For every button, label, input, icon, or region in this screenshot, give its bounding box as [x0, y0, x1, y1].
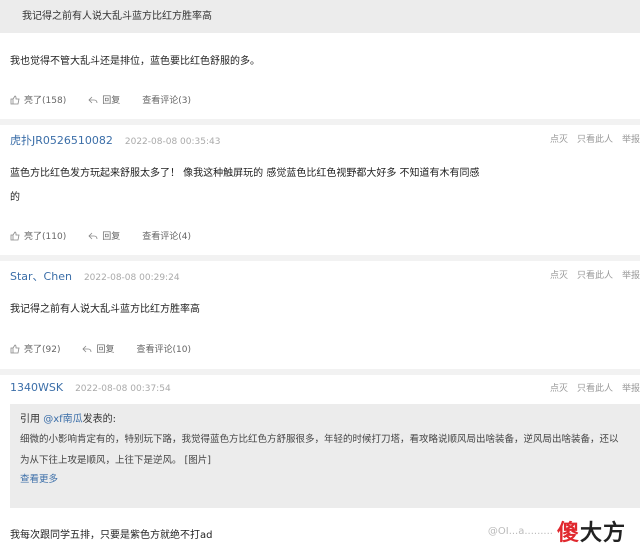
post-body: 我也觉得不管大乱斗还是排位，蓝色要比红色舒服的多。 — [10, 56, 260, 67]
dislike-button[interactable]: 点灭 — [550, 381, 568, 394]
only-this-user-button[interactable]: 只看此人 — [577, 268, 613, 281]
dislike-button[interactable]: 点灭 — [550, 132, 568, 145]
post-divider — [0, 119, 640, 125]
report-button[interactable]: 举报 — [622, 268, 640, 281]
post-actions: 亮了(110) 回复 查看评论(4) — [10, 229, 213, 242]
thumbs-up-icon — [10, 231, 20, 240]
view-more-link[interactable]: 查看更多 — [20, 471, 630, 485]
dislike-button[interactable]: 点灭 — [550, 268, 568, 281]
quote-suffix: 发表的: — [82, 414, 117, 425]
top-quote-text: 我记得之前有人说大乱斗蓝方比红方胜率高 — [22, 11, 212, 22]
like-button[interactable]: 亮了(92) — [10, 342, 60, 355]
report-button[interactable]: 举报 — [622, 132, 640, 145]
reply-label: 回复 — [102, 232, 121, 242]
post-time: 2022-08-08 00:37:54 — [75, 384, 171, 394]
reply-icon — [88, 232, 98, 239]
post-header: 1340WSK 2022-08-08 00:37:54 点灭 只看此人 举报 — [10, 381, 640, 394]
view-comments-label: 查看评论(10) — [136, 345, 191, 355]
only-this-user-button[interactable]: 只看此人 — [577, 381, 613, 394]
view-comments-label: 查看评论(3) — [142, 96, 191, 106]
watermark: @OI...a......... 傻大方 — [488, 515, 626, 547]
post-time: 2022-08-08 00:35:43 — [124, 137, 221, 147]
quote-text: 细微的小影响肯定有的，特别玩下路，我觉得蓝色方比红色方舒服很多，年轻的时候打刀塔… — [20, 434, 619, 466]
reply-icon — [82, 345, 92, 352]
watermark-logo-black: 大方 — [579, 521, 626, 546]
reply-label: 回复 — [96, 345, 115, 355]
reply-button[interactable]: 回复 — [88, 229, 120, 242]
thumbs-up-icon — [10, 344, 20, 353]
only-this-user-button[interactable]: 只看此人 — [577, 132, 613, 145]
post-header: 虎扑JR0526510082 2022-08-08 00:35:43 点灭 只看… — [10, 132, 640, 148]
post-body-continuation: 的 — [10, 192, 20, 203]
thumbs-up-icon — [10, 95, 20, 104]
username-link[interactable]: 虎扑JR0526510082 — [10, 132, 113, 148]
watermark-logo-red: 傻 — [556, 521, 580, 546]
view-comments-button[interactable]: 查看评论(10) — [137, 342, 191, 355]
like-button[interactable]: 亮了(110) — [10, 229, 66, 242]
reply-label: 回复 — [102, 96, 121, 106]
post-actions: 亮了(92) 回复 查看评论(10) — [10, 342, 213, 355]
quote-prefix: 引用 — [20, 414, 44, 425]
post-header: Star、Chen 2022-08-08 00:29:24 点灭 只看此人 举报 — [10, 268, 640, 284]
like-button[interactable]: 亮了(158) — [10, 93, 66, 106]
like-count: 亮了(92) — [24, 345, 61, 355]
like-count: 亮了(110) — [24, 232, 67, 242]
username-link[interactable]: Star、Chen — [10, 268, 72, 284]
top-quote-box: 我记得之前有人说大乱斗蓝方比红方胜率高 — [0, 0, 640, 33]
view-comments-button[interactable]: 查看评论(3) — [142, 93, 191, 106]
report-button[interactable]: 举报 — [622, 381, 640, 394]
post-body: 我每次跟同学五排，只要是紫色方就绝不打ad — [10, 530, 213, 541]
post-time: 2022-08-08 00:29:24 — [83, 273, 180, 283]
post-meta-actions: 点灭 只看此人 举报 — [541, 381, 640, 394]
post-meta-actions: 点灭 只看此人 举报 — [541, 132, 640, 145]
reply-icon — [88, 96, 98, 103]
quote-header: 引用 @xf南瓜发表的: — [20, 410, 630, 425]
post-divider — [0, 369, 640, 375]
view-comments-label: 查看评论(4) — [142, 232, 191, 242]
post-body: 我记得之前有人说大乱斗蓝方比红方胜率高 — [10, 304, 200, 315]
view-comments-button[interactable]: 查看评论(4) — [142, 229, 191, 242]
like-count: 亮了(158) — [24, 96, 67, 106]
reply-button[interactable]: 回复 — [88, 93, 120, 106]
quoted-user-link[interactable]: @xf南瓜 — [43, 414, 82, 425]
post-divider — [0, 255, 640, 261]
username-link[interactable]: 1340WSK — [10, 381, 63, 394]
post-meta-actions: 点灭 只看此人 举报 — [541, 268, 640, 281]
watermark-logo: 傻大方 — [557, 515, 626, 547]
watermark-site: @OI...a......... — [487, 525, 553, 537]
quoted-post-box: 引用 @xf南瓜发表的: 细微的小影响肯定有的，特别玩下路，我觉得蓝色方比红色方… — [10, 404, 640, 508]
reply-button[interactable]: 回复 — [82, 342, 115, 355]
post-actions: 亮了(158) 回复 查看评论(3) — [10, 93, 213, 106]
post-body: 蓝色方比红色发方玩起来舒服太多了！ 像我这种触屏玩的 感觉蓝色比红色视野都大好多… — [10, 168, 480, 179]
